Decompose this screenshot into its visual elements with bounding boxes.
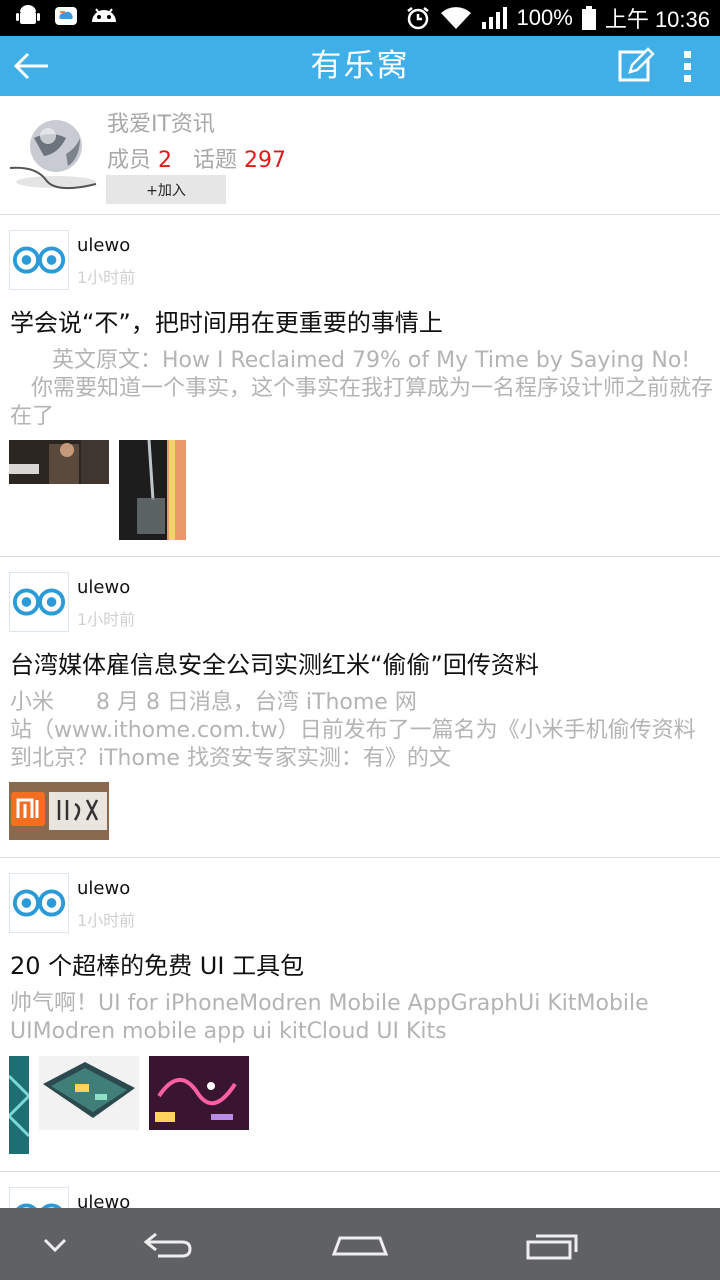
battery-icon [581, 6, 596, 30]
post-username[interactable]: ulewo [77, 878, 130, 899]
cloud-app-icon [55, 7, 77, 25]
edit-icon[interactable] [616, 46, 656, 86]
post-image[interactable] [9, 440, 109, 484]
group-globe-avatar [9, 120, 97, 190]
members-count: 2 [158, 148, 173, 173]
join-group-button[interactable]: +加入 [106, 175, 226, 204]
post-time: 1小时前 [77, 268, 136, 287]
post-username[interactable]: ulewo [77, 577, 130, 598]
post-title[interactable]: 20 个超棒的免费 UI 工具包 [10, 946, 714, 981]
post-excerpt: 小米 8 月 8 日消息，台湾 iThome 网 站（www.ithome.co… [10, 690, 696, 771]
battery-percent: 100% [516, 5, 573, 30]
post-image[interactable] [119, 440, 186, 540]
post-item[interactable]: ulewo 1小时前 台湾媒体雇信息安全公司实测红米“偷偷”回传资料 小米 8 … [0, 557, 720, 858]
topics-count: 297 [244, 148, 287, 173]
title-bar: 有乐窝 [0, 36, 720, 96]
post-image[interactable] [39, 1056, 139, 1130]
post-title[interactable]: 台湾媒体雇信息安全公司实测红米“偷偷”回传资料 [10, 645, 714, 680]
android-head-icon [92, 8, 116, 22]
wifi-icon [440, 7, 471, 29]
hide-keyboard-icon[interactable] [40, 1224, 70, 1264]
signal-icon [481, 7, 507, 29]
post-image[interactable] [9, 782, 109, 840]
post-image[interactable] [149, 1056, 249, 1130]
alarm-icon [406, 7, 429, 30]
clock: 上午 10:36 [604, 7, 710, 32]
post-excerpt: 英文原文：How I Reclaimed 79% of My Time by S… [10, 348, 713, 429]
post-username[interactable]: ulewo [77, 235, 130, 256]
group-name: 我爱IT资讯 [107, 112, 215, 137]
post-title[interactable]: 学会说“不”，把时间用在更重要的事情上 [10, 303, 714, 338]
post-time: 1小时前 [77, 911, 136, 930]
page-title: 有乐窝 [310, 48, 410, 84]
post-time: 1小时前 [77, 610, 136, 629]
status-bar: 100% 上午 10:36 [0, 0, 720, 36]
overflow-menu-icon[interactable] [670, 46, 706, 86]
post-item[interactable]: ulewo 1小时前 学会说“不”，把时间用在更重要的事情上 英文原文：How … [0, 215, 720, 557]
recents-nav-icon[interactable] [524, 1224, 582, 1264]
post-item[interactable]: ulewo 1小时前 20 个超棒的免费 UI 工具包 帅气啊！UI for i… [0, 858, 720, 1172]
android-icon [16, 5, 40, 24]
post-image[interactable] [9, 1056, 29, 1154]
group-stats: 成员 2 话题 297 [107, 142, 286, 174]
home-nav-icon[interactable] [330, 1224, 390, 1264]
post-excerpt: 帅气啊！UI for iPhoneModren Mobile AppGraphU… [10, 991, 656, 1044]
user-avatar[interactable] [9, 572, 69, 632]
members-label: 成员 [107, 148, 152, 173]
user-avatar[interactable] [9, 873, 69, 933]
back-nav-icon[interactable] [140, 1224, 196, 1264]
user-avatar[interactable] [9, 230, 69, 290]
group-header: 我爱IT资讯 成员 2 话题 297 +加入 [0, 96, 720, 215]
system-nav-bar [0, 1208, 720, 1280]
back-arrow-icon[interactable] [10, 46, 54, 86]
topics-label: 话题 [193, 148, 238, 173]
